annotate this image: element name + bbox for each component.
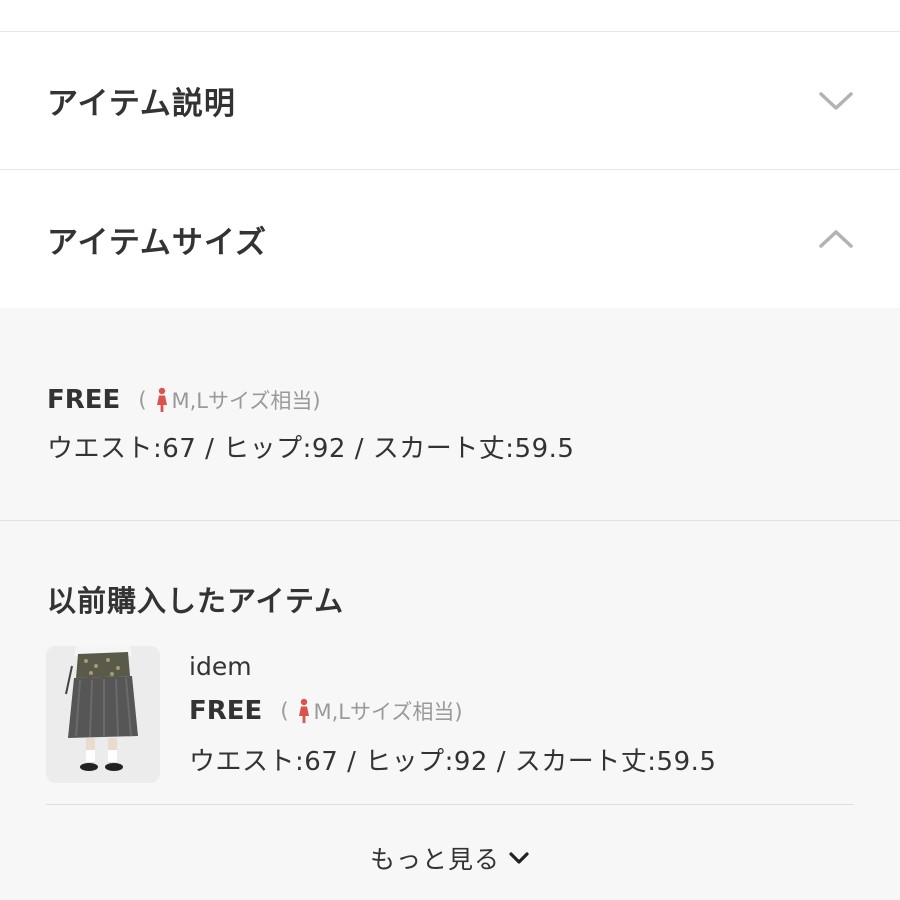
size-panel: FREE ( M,Lサイズ相当) [0, 308, 900, 521]
item-thumbnail[interactable] [46, 646, 160, 783]
note-text: M,Lサイズ相当) [171, 389, 321, 413]
item-brand: idem [189, 652, 252, 681]
item-note-open-paren: ( [280, 699, 289, 723]
chevron-down-icon [819, 91, 853, 110]
item-description-accordion[interactable]: アイテム説明 [0, 32, 900, 170]
item-description-title: アイテム説明 [47, 86, 236, 122]
note-open-paren: ( [138, 388, 147, 412]
item-size-title: アイテムサイズ [47, 224, 267, 261]
size-label-line: FREE ( M,Lサイズ相当) [47, 385, 321, 415]
size-name: FREE [47, 385, 121, 415]
woman-icon [298, 698, 309, 723]
size-equivalent-note: ( M,Lサイズ相当) [138, 385, 321, 415]
item-size-accordion[interactable]: アイテムサイズ [0, 170, 900, 308]
item-note-text: M,Lサイズ相当) [313, 700, 463, 724]
size-measurements: ウエスト:67 / ヒップ:92 / スカート丈:59.5 [47, 434, 575, 464]
show-more-button[interactable]: もっと見る [0, 838, 900, 878]
item-size-name: FREE [189, 696, 263, 726]
woman-icon [156, 387, 167, 412]
show-more-label: もっと見る [369, 845, 500, 874]
item-measurements: ウエスト:67 / ヒップ:92 / スカート丈:59.5 [189, 747, 717, 777]
item-size-line: FREE ( M,Lサイズ相当) [189, 696, 463, 726]
divider [46, 804, 854, 805]
chevron-down-icon [509, 852, 529, 864]
chevron-up-icon [819, 230, 853, 248]
item-size-equivalent-note: ( M,Lサイズ相当) [280, 696, 463, 726]
previous-item-card[interactable]: idem FREE ( M,Lサイズ相当) ウエスト:67 / ヒップ:92 /… [46, 646, 854, 786]
skirt-photo-image [46, 646, 160, 783]
top-strip [0, 0, 900, 32]
previous-purchases-title: 以前購入したアイテム [47, 584, 345, 618]
